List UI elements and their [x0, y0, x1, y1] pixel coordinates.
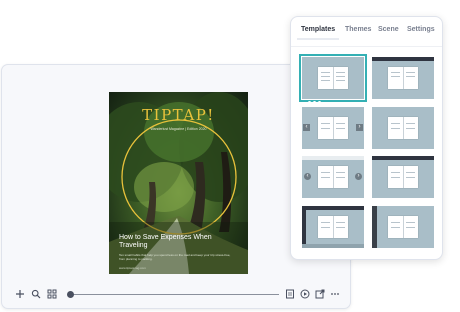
- book-preview: [388, 166, 418, 188]
- book-cover[interactable]: TIPTAP! Wanderlust Magazine | Edition 20…: [109, 92, 248, 274]
- template-thumbnail-6[interactable]: [372, 156, 434, 198]
- tab-templates[interactable]: Templates: [296, 26, 340, 40]
- book-preview: [318, 216, 348, 238]
- book-preview: [318, 117, 348, 139]
- book-preview: [318, 67, 348, 89]
- template-thumbnail-8[interactable]: [372, 206, 434, 253]
- book-preview: [388, 67, 418, 89]
- page-slider-track[interactable]: [69, 294, 279, 295]
- template-controls: [308, 91, 323, 104]
- template-thumbnail-3[interactable]: ‹ ›: [302, 107, 364, 149]
- play-icon[interactable]: [299, 289, 311, 301]
- panel-tabs: Templates Themes Scene Settings: [291, 17, 442, 47]
- viewer-toolbar: [12, 287, 342, 303]
- next-arrow-icon: ›: [356, 124, 363, 131]
- tab-settings[interactable]: Settings: [407, 26, 435, 33]
- page-slider-handle[interactable]: [67, 291, 74, 298]
- cover-tagline: Wanderlust Magazine | Edition 2020: [150, 127, 207, 131]
- template-thumbnail-5[interactable]: ‹ ›: [302, 156, 364, 198]
- template-top-bar: [372, 156, 434, 160]
- template-thumbnail-7[interactable]: [302, 206, 364, 248]
- book-preview: [388, 216, 418, 238]
- page-icon[interactable]: [284, 289, 296, 301]
- prev-arrow-icon: ‹: [303, 124, 310, 131]
- tab-themes[interactable]: Themes: [345, 26, 371, 33]
- grid-icon[interactable]: [46, 289, 58, 301]
- book-preview: [318, 166, 348, 188]
- cover-headline: How to Save Expenses When Traveling: [119, 234, 212, 249]
- template-top-bar: [302, 156, 364, 160]
- plus-icon[interactable]: [14, 289, 26, 301]
- cover-title: TIPTAP!: [142, 106, 215, 124]
- book-preview: [388, 117, 418, 139]
- magnifier-icon[interactable]: [30, 289, 42, 301]
- templates-panel: Templates Themes Scene Settings ‹ › ‹ ›: [290, 16, 443, 260]
- template-thumbnail-4[interactable]: [372, 107, 434, 149]
- tabs-divider: [291, 46, 442, 47]
- template-top-bar: [302, 206, 364, 210]
- template-top-bar: [372, 57, 434, 61]
- cover-url: www.tiptapmag.com: [119, 266, 146, 270]
- tab-scene[interactable]: Scene: [378, 26, 399, 33]
- template-side-bar: [302, 210, 306, 244]
- template-thumbnail-1[interactable]: [299, 54, 367, 104]
- share-icon[interactable]: [314, 289, 326, 301]
- template-side-bar: [372, 206, 377, 248]
- template-controls: [416, 240, 431, 253]
- prev-arrow-icon: ‹: [304, 173, 311, 180]
- cover-body-text: Ten small habits that help you spend les…: [119, 253, 231, 261]
- template-bottom-bar: [302, 244, 364, 248]
- next-arrow-icon: ›: [355, 173, 362, 180]
- more-icon[interactable]: [329, 289, 341, 301]
- template-thumbnail-2[interactable]: [372, 57, 434, 99]
